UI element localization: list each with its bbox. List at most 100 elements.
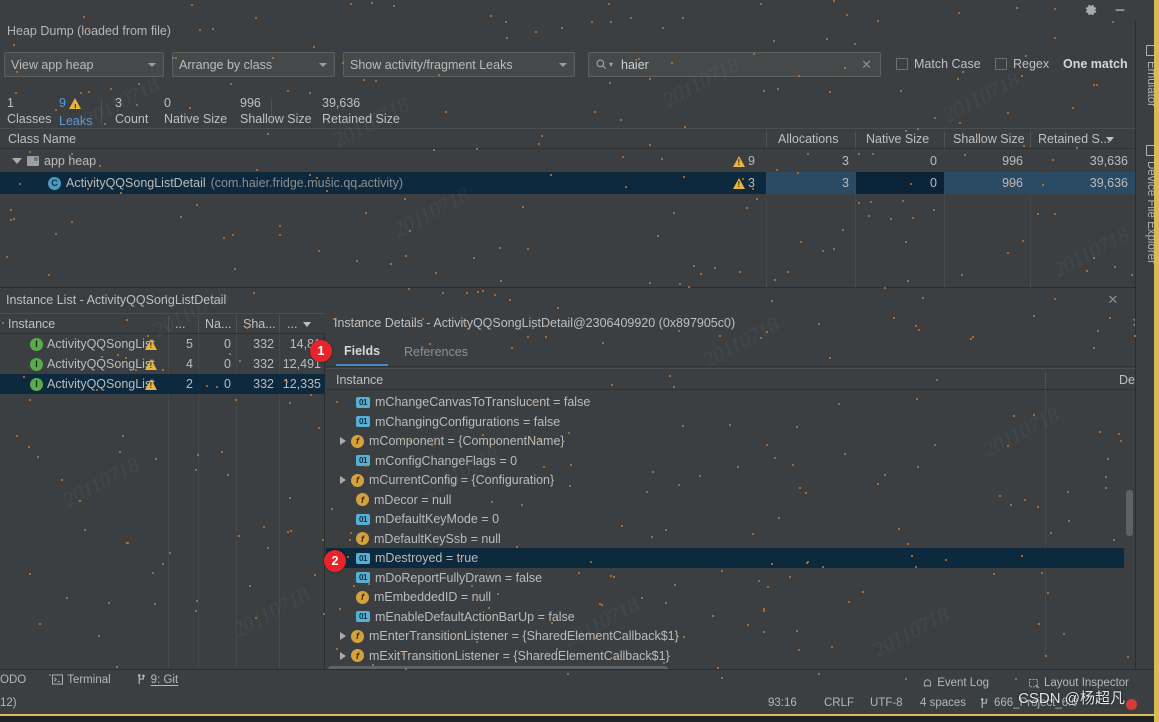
table-row[interactable]: 01mEnableDefaultActionBarUp = false2011: [326, 607, 1159, 627]
field-label: mDoReportFullyDrawn = false: [375, 570, 543, 585]
class-name-label: app heap: [44, 154, 97, 168]
gear-icon[interactable]: [1083, 3, 1098, 18]
tab-fields[interactable]: Fields: [336, 337, 389, 366]
column-divider[interactable]: [766, 131, 767, 148]
column-instance[interactable]: Instance: [8, 314, 55, 334]
fields-vertical-scrollbar[interactable]: [1124, 390, 1135, 658]
status-branch-label: 666_Project_6.0: [994, 697, 1078, 709]
table-row[interactable]: fmEmbeddedID = null-000: [326, 587, 1159, 607]
status-line-separator[interactable]: CRLF: [824, 697, 854, 709]
field-label: mCurrentConfig = {Configuration}: [369, 473, 555, 487]
search-icon: ▾: [595, 58, 613, 71]
tab-references[interactable]: References: [396, 337, 476, 366]
expand-collapse-icon[interactable]: [340, 437, 346, 445]
match-case-checkbox[interactable]: Match Case: [896, 57, 981, 71]
close-icon[interactable]: ✕: [1105, 292, 1121, 308]
stat-count: 3 Count: [115, 96, 148, 127]
table-row[interactable]: 01mDestroyed = true2011: [326, 548, 1159, 568]
list-item[interactable]: I ActivityQQSongListD 5 0 332 14,81: [0, 334, 325, 354]
status-bar: 12) 93:16 CRLF UTF-8 4 spaces 666_Projec…: [0, 692, 1159, 714]
native-cell: 0: [224, 337, 231, 351]
column-native-size[interactable]: Native Size: [866, 129, 929, 149]
scrollbar-thumb[interactable]: [1126, 490, 1133, 536]
column-retained-size[interactable]: Retained S...: [1038, 129, 1110, 149]
expand-collapse-icon[interactable]: [340, 632, 346, 640]
column-divider[interactable]: [198, 316, 199, 333]
stat-leaks[interactable]: 9 Leaks: [59, 96, 92, 129]
column-instance[interactable]: Instance: [336, 369, 383, 390]
table-row[interactable]: fmCurrentConfig = {Configuration}3010915…: [326, 470, 1159, 490]
native-cell: 0: [224, 377, 231, 391]
list-item[interactable]: I ActivityQQSongListD 2 0 332 12,335: [0, 374, 325, 394]
column-class-name[interactable]: Class Name: [8, 129, 76, 149]
column-divider[interactable]: [279, 316, 280, 333]
table-row[interactable]: C ActivityQQSongListDetail (com.haier.fr…: [0, 172, 1135, 194]
expand-collapse-icon[interactable]: [340, 651, 346, 660]
instance-name-label: ActivityQQSongListD: [47, 357, 155, 371]
arrange-select[interactable]: Arrange by class: [172, 52, 335, 77]
table-row[interactable]: fmDecor = null-000: [326, 490, 1159, 510]
status-caret-position[interactable]: 93:16: [768, 697, 797, 709]
sort-desc-icon[interactable]: [303, 322, 311, 327]
column-divider[interactable]: [168, 316, 169, 333]
expand-collapse-icon[interactable]: [12, 158, 22, 164]
tool-button-label: Terminal: [67, 673, 111, 686]
table-row[interactable]: 01mDoReportFullyDrawn = false2011: [326, 568, 1159, 588]
status-encoding[interactable]: UTF-8: [870, 697, 903, 709]
field-icon: f: [351, 649, 364, 662]
table-row[interactable]: 01mConfigChangeFlags = 02044: [326, 451, 1159, 471]
column-divider[interactable]: [236, 316, 237, 333]
table-row[interactable]: app heap 9 3 0 996 39,636: [0, 150, 1135, 172]
heap-stats-row: 1 Classes 9 Leaks 3 Count 0 Native Size …: [0, 96, 1135, 128]
clear-search-icon[interactable]: ✕: [861, 57, 872, 73]
field-label: mDefaultKeyMode = 0: [375, 512, 500, 526]
search-input[interactable]: [613, 57, 862, 72]
search-box[interactable]: ▾ ✕: [588, 52, 881, 77]
column-divider[interactable]: [1045, 371, 1046, 389]
stat-value: 9: [59, 96, 66, 110]
column-shallow[interactable]: Sha...: [243, 314, 276, 334]
status-indent[interactable]: 4 spaces: [920, 697, 966, 709]
bell-icon: [922, 678, 933, 689]
table-row[interactable]: f mEnterTransitionListener = {SharedEleme…: [326, 626, 1159, 646]
list-item[interactable]: I ActivityQQSongListD 4 0 332 12,491: [0, 354, 325, 374]
retained-size-cell: 39,636: [1030, 172, 1135, 194]
heap-select[interactable]: View app heap: [4, 52, 164, 77]
expand-collapse-icon[interactable]: [340, 476, 346, 484]
column-shallow-size[interactable]: Shallow Size: [953, 129, 1025, 149]
checkbox-box: [896, 58, 908, 70]
column-allocations[interactable]: Allocations: [778, 129, 838, 149]
column-divider[interactable]: [944, 131, 945, 148]
tool-button-terminal[interactable]: Terminal: [52, 673, 111, 686]
column-divider[interactable]: [855, 131, 856, 148]
annotation-badge-2: 2: [324, 550, 346, 572]
native-size-cell: 0: [930, 154, 937, 168]
minimize-icon[interactable]: [1112, 3, 1127, 18]
table-row[interactable]: fmDefaultKeySsb = null-000: [326, 529, 1159, 549]
layout-inspector-button[interactable]: Layout Inspector: [1029, 677, 1129, 689]
sort-desc-icon[interactable]: [1106, 137, 1114, 142]
tool-button-git[interactable]: 9: Git: [137, 674, 178, 686]
table-row[interactable]: 01mDefaultKeyMode = 02044: [326, 509, 1159, 529]
regex-checkbox[interactable]: Regex: [995, 57, 1049, 71]
layout-inspector-icon: [1029, 678, 1040, 689]
instance-details-title: Instance Details - ActivityQQSongListDet…: [334, 316, 736, 330]
table-row[interactable]: 01mChangingConfigurations = false2011: [326, 412, 1159, 432]
event-log-button[interactable]: Event Log: [922, 677, 989, 689]
tool-button-todo[interactable]: ODO: [0, 674, 26, 686]
retained-size-cell: 39,636: [1089, 154, 1128, 168]
status-branch[interactable]: 666_Project_6.0: [980, 697, 1078, 709]
filter-select[interactable]: Show activity/fragment Leaks: [343, 52, 575, 77]
table-row[interactable]: fmComponent = {ComponentName}3016141: [326, 431, 1159, 451]
stat-label: Count: [115, 112, 149, 126]
column-retained[interactable]: ...: [287, 314, 297, 334]
warning-icon: [145, 358, 157, 370]
table-row[interactable]: f mExitTransitionListener = {SharedElemen…: [326, 646, 1159, 666]
table-row[interactable]: 01mChangeCanvasToTranslucent = false2011: [326, 392, 1159, 412]
boolean-icon: 01: [356, 572, 370, 583]
column-divider[interactable]: [1030, 131, 1031, 148]
class-name-label: ActivityQQSongListDetail: [66, 176, 206, 190]
column-depth[interactable]: ...: [175, 314, 185, 334]
column-native[interactable]: Na...: [205, 314, 231, 334]
error-indicator-icon[interactable]: [1126, 699, 1137, 710]
